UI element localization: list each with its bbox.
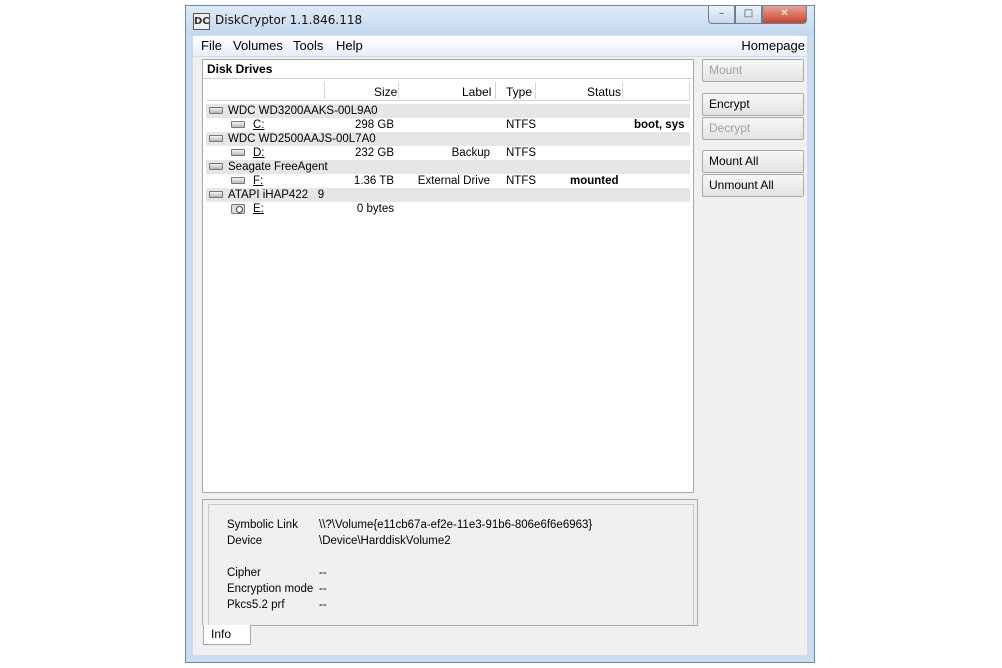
volume-name: F: bbox=[253, 175, 264, 187]
window-title: DiskCryptor 1.1.846.118 bbox=[215, 13, 363, 27]
menu-help[interactable]: Help bbox=[336, 38, 363, 53]
table-row[interactable]: WDC WD3200AAKS-00L9A0 bbox=[206, 104, 690, 118]
panel-title: Disk Drives bbox=[207, 62, 273, 76]
hard-disk-icon bbox=[209, 191, 223, 198]
menu-volumes[interactable]: Volumes bbox=[233, 38, 283, 53]
encryption-mode-value: -- bbox=[319, 583, 327, 595]
column-type[interactable]: Type bbox=[506, 85, 532, 99]
volume-size: 298 GB bbox=[355, 119, 394, 131]
symbolic-link-value: \\?\Volume{e11cb67a-ef2e-11e3-91b6-806e6… bbox=[319, 519, 593, 531]
minimize-button[interactable]: – bbox=[708, 6, 735, 24]
volume-status: boot, sys bbox=[634, 119, 685, 131]
disk-name: WDC WD3200AAKS-00L9A0 bbox=[228, 105, 378, 117]
prf-label: Pkcs5.2 prf bbox=[227, 599, 285, 611]
hard-disk-icon bbox=[209, 163, 223, 170]
table-row[interactable]: F: 1.36 TB External Drive NTFS mounted bbox=[206, 174, 690, 188]
menu-tools[interactable]: Tools bbox=[293, 38, 323, 53]
cipher-label: Cipher bbox=[227, 567, 261, 579]
disk-drives-panel: Disk Drives Size Label Type Status WDC W… bbox=[202, 59, 694, 493]
maximize-button[interactable]: □ bbox=[735, 6, 762, 24]
app-icon[interactable]: DC bbox=[193, 13, 210, 30]
disk-name: WDC WD2500AAJS-00L7A0 bbox=[228, 133, 376, 145]
table-row[interactable]: E: 0 bytes bbox=[206, 202, 690, 216]
decrypt-button[interactable]: Decrypt bbox=[702, 117, 804, 140]
table-row[interactable]: WDC WD2500AAJS-00L7A0 bbox=[206, 132, 690, 146]
column-label[interactable]: Label bbox=[462, 85, 491, 99]
volume-name: E: bbox=[253, 203, 264, 215]
volume-size: 1.36 TB bbox=[353, 175, 394, 187]
table-row[interactable]: Seagate FreeAgent bbox=[206, 160, 690, 174]
homepage-link[interactable]: Homepage bbox=[741, 38, 805, 53]
encrypt-button[interactable]: Encrypt bbox=[702, 93, 804, 116]
column-size[interactable]: Size bbox=[374, 85, 397, 99]
volume-icon bbox=[231, 121, 245, 128]
table-header: Size Label Type Status bbox=[206, 82, 690, 101]
title-bar[interactable]: DC DiskCryptor 1.1.846.118 – □ ✕ bbox=[186, 6, 814, 35]
table-row[interactable]: D: 232 GB Backup NTFS bbox=[206, 146, 690, 160]
symbolic-link-label: Symbolic Link bbox=[227, 519, 298, 531]
device-label: Device bbox=[227, 535, 263, 547]
diskcryptor-window: DC DiskCryptor 1.1.846.118 – □ ✕ File Vo… bbox=[185, 5, 815, 663]
cipher-value: -- bbox=[319, 567, 327, 579]
client-area: Disk Drives Size Label Type Status WDC W… bbox=[193, 57, 807, 655]
column-status[interactable]: Status bbox=[587, 85, 621, 99]
volume-label: Backup bbox=[451, 147, 490, 159]
volume-name: D: bbox=[253, 147, 265, 159]
volume-label: External Drive bbox=[417, 175, 490, 187]
table-row[interactable]: ATAPI iHAP422 9 bbox=[206, 188, 690, 202]
unmount-all-button[interactable]: Unmount All bbox=[702, 174, 804, 197]
disk-name: Seagate FreeAgent bbox=[228, 161, 328, 173]
info-panel: Symbolic Link \\?\Volume{e11cb67a-ef2e-1… bbox=[202, 499, 698, 625]
volume-type: NTFS bbox=[506, 147, 537, 159]
hard-disk-icon bbox=[209, 135, 223, 142]
prf-value: -- bbox=[319, 599, 327, 611]
close-button[interactable]: ✕ bbox=[762, 6, 807, 24]
volume-type: NTFS bbox=[506, 175, 537, 187]
volume-name: C: bbox=[253, 119, 265, 131]
hard-disk-icon bbox=[209, 107, 223, 114]
encryption-mode-label: Encryption mode bbox=[227, 583, 314, 595]
volume-size: 232 GB bbox=[355, 147, 394, 159]
mount-all-button[interactable]: Mount All bbox=[702, 150, 804, 173]
volume-icon bbox=[231, 177, 245, 184]
volume-icon bbox=[231, 149, 245, 156]
mount-button[interactable]: Mount bbox=[702, 59, 804, 82]
cd-rom-icon bbox=[231, 204, 245, 214]
device-value: \Device\HarddiskVolume2 bbox=[319, 535, 451, 547]
tab-info[interactable]: Info bbox=[203, 625, 251, 645]
disk-name: ATAPI iHAP422 9 bbox=[228, 189, 325, 201]
volume-type: NTFS bbox=[506, 119, 537, 131]
volume-status: mounted bbox=[570, 175, 619, 187]
volume-size: 0 bytes bbox=[356, 203, 394, 215]
table-row[interactable]: C: 298 GB NTFS boot, sys bbox=[206, 118, 690, 132]
menu-file[interactable]: File bbox=[201, 38, 222, 53]
menu-bar: File Volumes Tools Help Homepage bbox=[193, 36, 807, 56]
